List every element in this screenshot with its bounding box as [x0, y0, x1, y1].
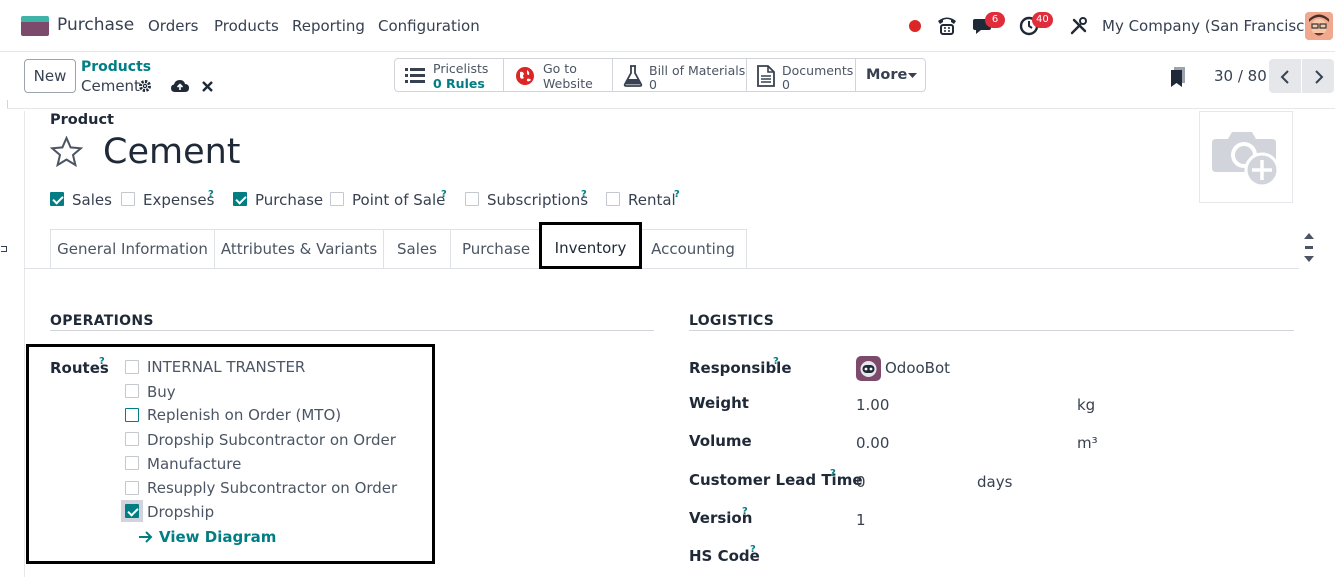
pricelists-value: 0 Rules [433, 76, 485, 91]
pager-previous-button[interactable] [1269, 59, 1301, 93]
scroll-arrows-icon[interactable] [1303, 231, 1315, 265]
chevron-left-icon [1280, 70, 1289, 84]
more-smart-button[interactable]: More [855, 58, 926, 92]
more-label: More [866, 67, 908, 83]
rental-label: Rental [628, 191, 676, 209]
hs-code-help-icon[interactable]: ? [750, 544, 756, 555]
documents-smart-button[interactable]: Documents 0 [746, 58, 856, 92]
discard-icon[interactable] [202, 81, 213, 92]
app-name[interactable]: Purchase [57, 15, 134, 35]
expenses-help-icon[interactable]: ? [208, 189, 214, 200]
flask-icon [623, 65, 643, 87]
product-label: Product [50, 112, 114, 128]
menu-reporting[interactable]: Reporting [292, 17, 365, 35]
sales-checkbox[interactable] [50, 192, 64, 206]
lead-time-help-icon[interactable]: ? [830, 468, 836, 479]
responsible-help-icon[interactable]: ? [773, 356, 779, 367]
subscriptions-checkbox[interactable] [465, 192, 479, 206]
logistics-title: LOGISTICS [689, 313, 775, 329]
customer-lead-time-value[interactable]: 0 [856, 473, 866, 491]
volume-label: Volume [689, 432, 752, 450]
tab-attributes-variants[interactable]: Attributes & Variants [214, 229, 384, 268]
gear-icon[interactable] [138, 79, 152, 93]
company-switcher[interactable]: My Company (San Francisco) [1102, 17, 1319, 35]
messages-badge: 6 [985, 12, 1005, 28]
purchase-checkbox[interactable] [233, 192, 247, 206]
logistics-divider [689, 330, 1294, 331]
menu-configuration[interactable]: Configuration [378, 17, 480, 35]
documents-value: 0 [782, 77, 790, 92]
version-value[interactable]: 1 [856, 511, 866, 529]
list-icon [405, 68, 425, 83]
resize-handle[interactable] [1, 246, 7, 252]
bom-title: Bill of Materials [649, 63, 746, 78]
phone-icon[interactable] [936, 14, 958, 36]
point-of-sale-help-icon[interactable]: ? [441, 189, 447, 200]
new-button[interactable]: New [24, 59, 76, 93]
point-of-sale-label: Point of Sale [352, 191, 446, 209]
expenses-checkbox[interactable] [121, 192, 135, 206]
favorite-star-icon[interactable] [50, 136, 83, 167]
breadcrumb-products-link[interactable]: Products [81, 59, 151, 75]
inventory-tab-highlight [539, 222, 642, 269]
website-line2: Website [543, 76, 593, 91]
tab-general-information[interactable]: General Information [50, 229, 215, 268]
point-of-sale-checkbox[interactable] [330, 192, 344, 206]
document-icon [757, 65, 775, 87]
tab-purchase[interactable]: Purchase [450, 229, 542, 268]
operations-title: OPERATIONS [50, 313, 154, 329]
purchase-app-icon[interactable] [21, 16, 49, 36]
version-help-icon[interactable]: ? [742, 506, 748, 517]
weight-label: Weight [689, 394, 749, 412]
weight-unit: kg [1077, 396, 1096, 414]
menu-orders[interactable]: Orders [148, 17, 198, 35]
pricelists-title: Pricelists [433, 61, 489, 76]
pager-value[interactable]: 30 / 80 [1214, 67, 1267, 85]
breadcrumb-current: Cement [81, 77, 140, 95]
caret-down-icon [908, 73, 917, 78]
subscriptions-label: Subscriptions [487, 191, 589, 209]
tabs-baseline [24, 268, 1299, 269]
volume-value[interactable]: 0.00 [856, 434, 889, 452]
bom-value: 0 [649, 77, 657, 92]
volume-unit: m³ [1077, 434, 1098, 452]
pricelists-smart-button[interactable]: Pricelists 0 Rules [394, 58, 504, 92]
website-line1: Go to [543, 61, 577, 76]
routes-highlight [26, 344, 435, 564]
activities-badge: 40 [1032, 12, 1053, 28]
chevron-right-icon [1315, 70, 1324, 84]
product-name[interactable]: Cement [103, 132, 241, 172]
menu-products[interactable]: Products [214, 17, 279, 35]
sheet-edge [7, 100, 8, 108]
tab-accounting[interactable]: Accounting [639, 229, 747, 268]
globe-icon [516, 67, 534, 85]
documents-title: Documents [782, 63, 854, 78]
rental-checkbox[interactable] [606, 192, 620, 206]
expenses-label: Expenses [143, 191, 215, 209]
go-to-website-smart-button[interactable]: Go to Website [503, 58, 613, 92]
subscriptions-help-icon[interactable]: ? [581, 189, 587, 200]
customer-lead-time-unit: days [977, 473, 1013, 491]
top-navbar: Purchase Orders Products Reporting Confi… [0, 0, 1335, 52]
weight-value[interactable]: 1.00 [856, 396, 889, 414]
user-avatar[interactable] [1305, 12, 1333, 40]
purchase-label: Purchase [255, 191, 324, 209]
product-image[interactable] [1199, 111, 1293, 203]
recording-dot-icon[interactable] [909, 20, 921, 32]
sales-label: Sales [72, 191, 112, 209]
control-panel-divider [7, 108, 1335, 109]
bill-of-materials-smart-button[interactable]: Bill of Materials 0 [612, 58, 747, 92]
operations-divider [50, 330, 654, 331]
pager-next-button[interactable] [1302, 59, 1334, 93]
customer-lead-time-label: Customer Lead Time [689, 471, 863, 489]
tab-sales[interactable]: Sales [383, 229, 451, 268]
odoobot-avatar [856, 356, 881, 381]
camera-add-icon [1212, 132, 1280, 188]
debug-tools-icon[interactable] [1070, 17, 1088, 35]
responsible-value[interactable]: OdooBot [885, 359, 950, 377]
cloud-save-icon[interactable] [171, 79, 189, 93]
rental-help-icon[interactable]: ? [674, 189, 680, 200]
bookmarks-icon[interactable] [1170, 66, 1186, 88]
